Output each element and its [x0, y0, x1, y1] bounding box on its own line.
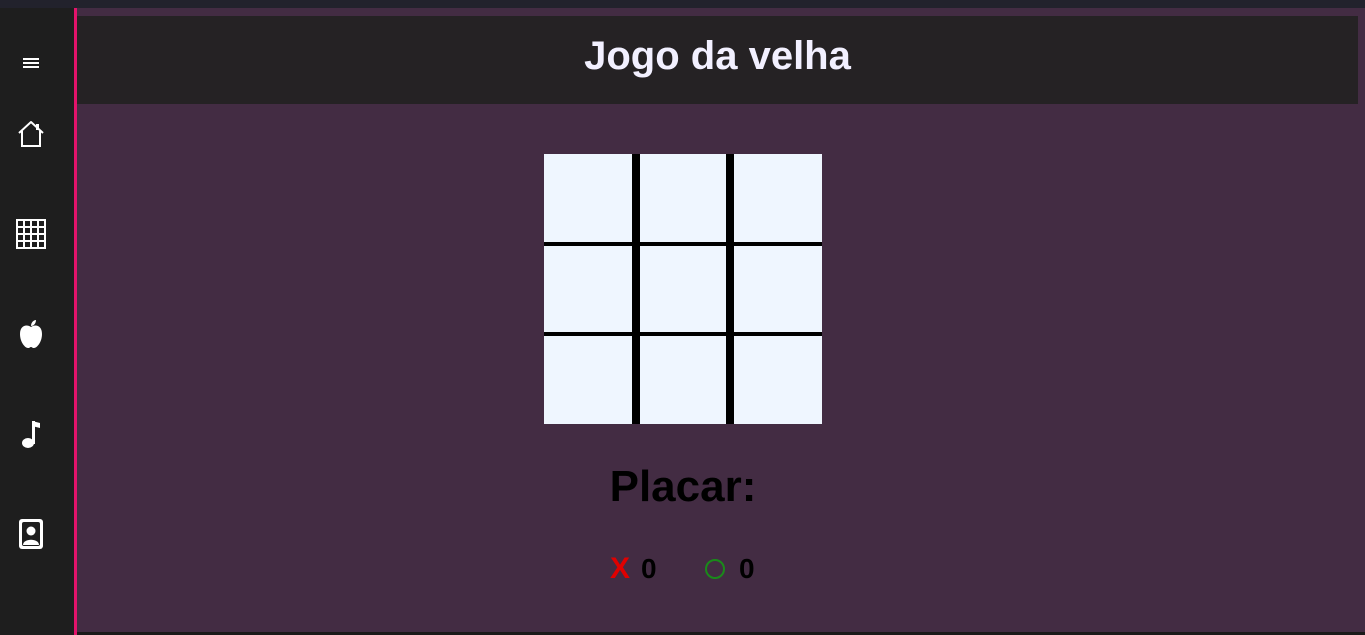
apple-icon	[20, 320, 42, 348]
sidebar-menu-button[interactable]	[0, 41, 62, 85]
score-x-value: 0	[641, 553, 657, 584]
sidebar	[0, 8, 74, 635]
score-x: X 0	[610, 552, 657, 585]
o-mark-icon	[705, 559, 725, 579]
menu-icon	[23, 58, 39, 68]
grid-icon	[16, 219, 46, 249]
board-cell[interactable]	[544, 154, 632, 242]
board-cell[interactable]	[640, 246, 726, 332]
score-o: 0	[705, 553, 755, 584]
sidebar-item-contact[interactable]	[0, 512, 62, 556]
board-cell[interactable]	[544, 336, 632, 424]
board-cell[interactable]	[640, 154, 726, 242]
tic-tac-toe-board	[544, 154, 822, 424]
music-note-icon	[22, 421, 40, 448]
window-top-strip	[0, 0, 1365, 8]
board-cell[interactable]	[734, 336, 822, 424]
sidebar-item-tic-tac-toe[interactable]	[0, 212, 62, 256]
home-icon	[18, 121, 44, 147]
board-cell[interactable]	[544, 246, 632, 332]
contact-icon	[19, 519, 43, 549]
score-o-value: 0	[739, 553, 755, 584]
sidebar-item-music[interactable]	[0, 412, 62, 456]
board-cell[interactable]	[640, 336, 726, 424]
x-mark-icon: X	[610, 552, 631, 585]
page-header: Jogo da velha	[77, 16, 1358, 104]
board-cell[interactable]	[734, 154, 822, 242]
score-title: Placar:	[609, 462, 757, 511]
page-title: Jogo da velha	[584, 33, 851, 78]
main-content: Jogo da velha Placar: X 0 0	[77, 8, 1365, 632]
sidebar-item-apple[interactable]	[0, 312, 62, 356]
sidebar-item-home[interactable]	[0, 112, 62, 156]
board-cell[interactable]	[734, 246, 822, 332]
